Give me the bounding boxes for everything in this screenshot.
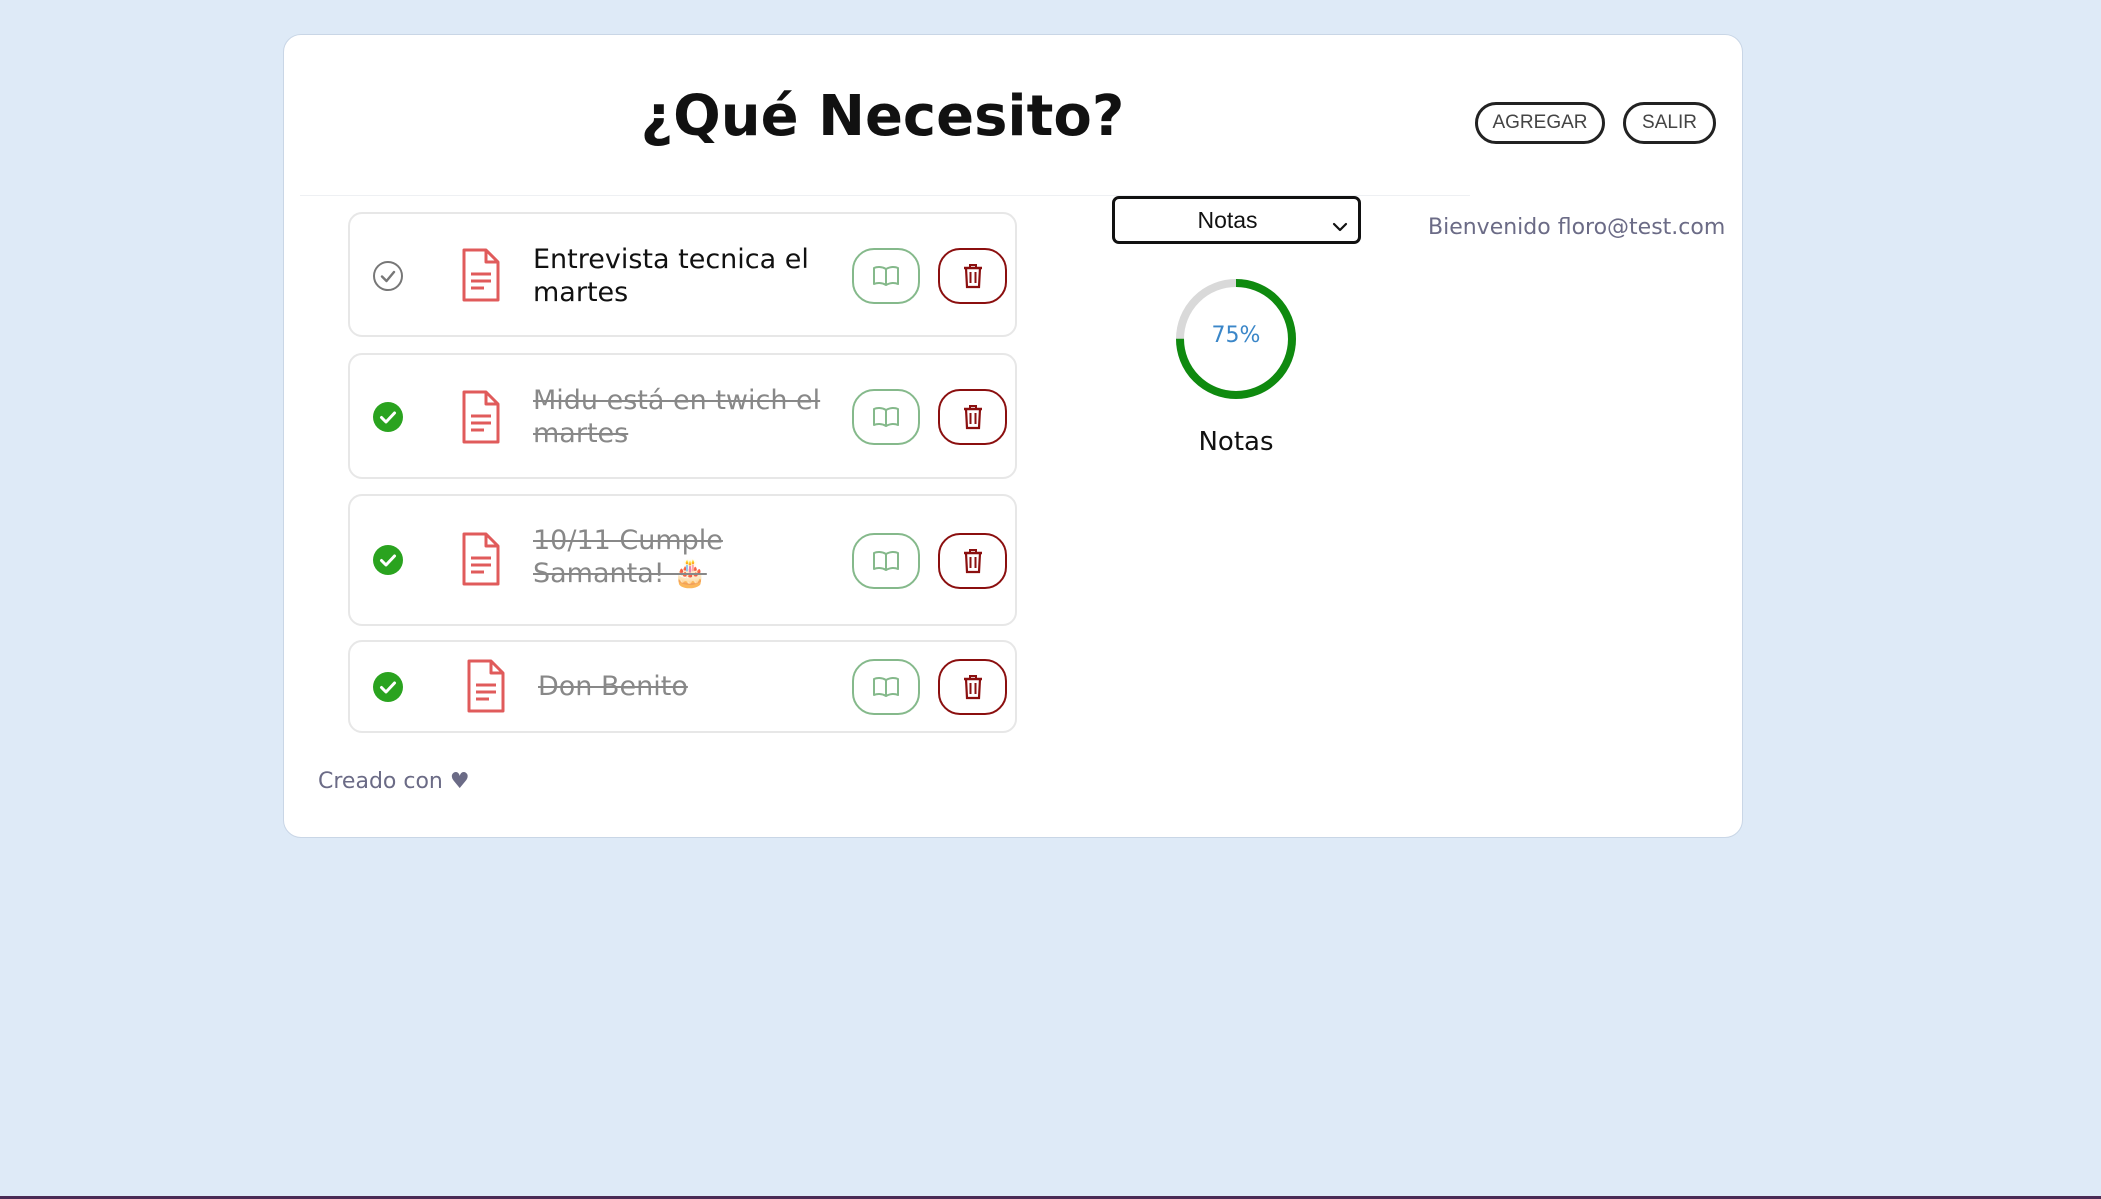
heart-icon: ♥ (449, 769, 470, 794)
check-circle-filled-icon[interactable] (372, 544, 404, 576)
progress-ring: 75% (1174, 277, 1298, 401)
todo-item: Entrevista tecnica el martes (348, 212, 1017, 337)
todo-text: 10/11 Cumple Samanta! 🎂 (533, 525, 723, 589)
read-button[interactable] (852, 248, 920, 304)
todo-item: 10/11 Cumple Samanta! 🎂 (348, 494, 1017, 626)
check-circle-filled-icon[interactable] (372, 401, 404, 433)
category-select[interactable]: Notas (1112, 196, 1361, 244)
progress-percent: 75% (1211, 323, 1261, 348)
read-button[interactable] (852, 659, 920, 715)
page-title: ¿Qué Necesito? (640, 84, 1125, 149)
check-circle-filled-icon[interactable] (372, 671, 404, 703)
add-button[interactable]: AGREGAR (1475, 102, 1605, 144)
open-book-icon (873, 265, 899, 286)
delete-button[interactable] (938, 659, 1007, 715)
document-icon (460, 388, 502, 446)
category-select-value: Notas (1197, 207, 1258, 233)
footer-text: Creado con (318, 769, 443, 794)
read-button[interactable] (852, 533, 920, 589)
read-button[interactable] (852, 389, 920, 445)
welcome-text: Bienvenido floro@test.com (1428, 215, 1726, 240)
trash-icon (963, 264, 982, 289)
check-circle-outline-icon[interactable] (372, 260, 404, 292)
todo-item: Midu está en twich el martes (348, 353, 1017, 479)
progress-label: Notas (1198, 427, 1274, 457)
delete-button[interactable] (938, 533, 1007, 589)
trash-icon (963, 549, 982, 574)
delete-button[interactable] (938, 389, 1007, 445)
todo-text: Don Benito (538, 671, 688, 702)
open-book-icon (873, 550, 899, 571)
delete-button[interactable] (938, 248, 1007, 304)
todo-item: Don Benito (348, 640, 1017, 733)
todo-text: Midu está en twich el martes (533, 385, 821, 449)
footer: Creado con ♥ (318, 769, 470, 794)
trash-icon (963, 405, 982, 430)
document-icon (460, 246, 502, 304)
open-book-icon (873, 676, 899, 697)
open-book-icon (873, 406, 899, 427)
chevron-down-icon (1332, 212, 1348, 239)
trash-icon (963, 675, 982, 700)
document-icon (465, 657, 507, 715)
page: ¿Qué Necesito? AGREGAR SALIR Entrevista … (0, 0, 2101, 1199)
logout-button[interactable]: SALIR (1623, 102, 1716, 144)
todo-text: Entrevista tecnica el martes (533, 244, 809, 308)
document-icon (460, 530, 502, 588)
